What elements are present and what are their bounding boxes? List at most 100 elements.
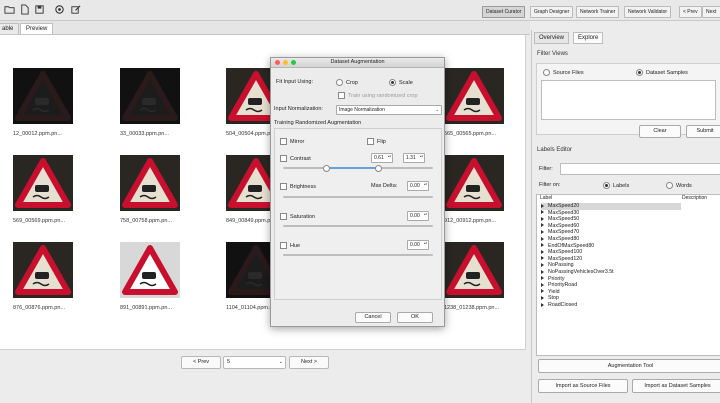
thumbnail-image[interactable] <box>13 155 73 211</box>
label-tree-item[interactable]: MaxSpeed100 <box>541 249 582 256</box>
expand-arrow-icon[interactable] <box>541 262 544 267</box>
crop-radio[interactable]: Crop <box>336 79 358 86</box>
expand-arrow-icon[interactable] <box>541 302 544 307</box>
thumbnail-image[interactable] <box>13 68 73 124</box>
expand-arrow-icon[interactable] <box>541 223 544 228</box>
saturation-checkbox[interactable]: Saturation <box>280 213 315 220</box>
thumbnail-image[interactable] <box>120 242 180 298</box>
expand-arrow-icon[interactable] <box>541 216 544 221</box>
new-file-icon[interactable] <box>19 4 30 15</box>
label-tree-item[interactable]: Stop <box>541 295 559 302</box>
tab-explore[interactable]: Explore <box>573 32 604 44</box>
label-tree-item[interactable]: MaxSpeed120 <box>541 256 582 263</box>
thumbnail-image[interactable] <box>120 155 180 211</box>
contrast-max-spinbox[interactable]: 1.31 <box>403 153 425 163</box>
page-next-button[interactable]: Next > <box>289 356 329 369</box>
expand-arrow-icon[interactable] <box>541 256 544 261</box>
expand-arrow-icon[interactable] <box>541 282 544 287</box>
dataset-samples-radio[interactable]: Dataset Samples <box>636 69 688 76</box>
edit-icon[interactable] <box>70 4 81 15</box>
tab-dataset-curator[interactable]: Dataset Curator <box>482 6 526 18</box>
minimize-window-icon[interactable] <box>283 60 288 65</box>
expand-arrow-icon[interactable] <box>541 289 544 294</box>
augmentation-tool-button[interactable]: Augmentation Tool <box>538 359 720 373</box>
label-tree-item[interactable]: Yield <box>541 289 560 296</box>
label-tree-item[interactable]: MaxSpeed60 <box>541 223 579 230</box>
mirror-checkbox[interactable]: Mirror <box>280 138 304 145</box>
label-tree-item[interactable]: Priority <box>541 276 564 283</box>
brightness-checkbox[interactable]: Brightness <box>280 183 316 190</box>
hue-slider[interactable] <box>283 254 433 256</box>
brightness-slider[interactable] <box>283 196 433 198</box>
label-tree-item[interactable]: EndOfMaxSpeed80 <box>541 243 594 250</box>
expand-arrow-icon[interactable] <box>541 249 544 254</box>
thumbnail-image[interactable] <box>444 155 504 211</box>
expand-arrow-icon[interactable] <box>541 243 544 248</box>
warning-sign-icon <box>446 71 502 121</box>
tab-preview[interactable]: Preview <box>20 23 54 34</box>
label-tree-item[interactable]: MaxSpeed70 <box>541 229 579 236</box>
settings-icon[interactable] <box>54 4 65 15</box>
contrast-checkbox[interactable]: Contrast <box>280 155 311 162</box>
hue-spinbox[interactable]: 0.00 <box>407 240 429 250</box>
label-tree-item[interactable]: MaxSpeed80 <box>541 236 579 243</box>
input-normalization-select[interactable]: Image Normalization ⌄ <box>336 105 442 115</box>
clear-button[interactable]: Clear <box>639 125 681 138</box>
filter-views-list[interactable] <box>541 80 716 120</box>
zoom-window-icon[interactable] <box>291 60 296 65</box>
expand-arrow-icon[interactable] <box>541 229 544 234</box>
tab-network-trainer[interactable]: Network Trainer <box>576 6 620 18</box>
column-label-header[interactable]: Label <box>540 195 552 201</box>
cancel-button[interactable]: Cancel <box>355 312 391 323</box>
label-tree-item[interactable]: MaxSpeed30 <box>541 210 579 217</box>
expand-arrow-icon[interactable] <box>541 210 544 215</box>
words-radio[interactable]: Words <box>666 182 692 189</box>
labels-radio[interactable]: Labels <box>603 182 629 189</box>
label-tree-item[interactable]: NoPassing <box>541 262 574 269</box>
saturation-spinbox[interactable]: 0.00 <box>407 211 429 221</box>
tab-graph-designer[interactable]: Graph Designer <box>530 6 574 18</box>
contrast-min-handle[interactable] <box>323 165 330 172</box>
flip-checkbox[interactable]: Flip <box>367 138 386 145</box>
next-button[interactable]: Next <box>702 6 720 18</box>
column-description-header[interactable]: Description <box>682 195 707 201</box>
submit-button[interactable]: Submit <box>686 125 720 138</box>
save-icon[interactable] <box>34 4 45 15</box>
label-tree-item[interactable]: MaxSpeed20 <box>541 203 681 210</box>
close-window-icon[interactable] <box>275 60 280 65</box>
page-select[interactable]: 5 ⌄ <box>223 356 286 369</box>
expand-arrow-icon[interactable] <box>541 295 544 300</box>
contrast-min-spinbox[interactable]: 0.61 <box>371 153 393 163</box>
train-randomized-crop-checkbox[interactable]: Train using randomized crop <box>338 92 418 99</box>
thumbnail-image[interactable] <box>13 242 73 298</box>
import-as-dataset-samples-button[interactable]: Import as Dataset Samples <box>632 379 720 393</box>
tab-overview[interactable]: Overview <box>534 32 570 44</box>
label-filter-input[interactable] <box>560 163 720 175</box>
page-prev-button[interactable]: < Prev <box>181 356 221 369</box>
tab-table[interactable]: able <box>0 23 20 34</box>
import-as-source-files-button[interactable]: Import as Source Files <box>538 379 628 393</box>
label-tree-item[interactable]: PriorityRoad <box>541 282 577 289</box>
prev-button[interactable]: < Prev <box>679 6 702 18</box>
dialog-title-bar[interactable]: Dataset Augmentation <box>271 58 444 68</box>
contrast-label: Contrast <box>290 155 311 162</box>
thumbnail-image[interactable] <box>444 68 504 124</box>
expand-arrow-icon[interactable] <box>541 276 544 281</box>
label-tree-item[interactable]: RoadClosed <box>541 302 577 309</box>
tab-network-validator[interactable]: Network Validator <box>624 6 672 18</box>
ok-button[interactable]: OK <box>397 312 433 323</box>
label-tree-item[interactable]: MaxSpeed50 <box>541 216 579 223</box>
hue-checkbox[interactable]: Hue <box>280 242 300 249</box>
thumbnail-image[interactable] <box>120 68 180 124</box>
source-files-radio[interactable]: Source Files <box>543 69 584 76</box>
saturation-slider[interactable] <box>283 225 433 227</box>
thumbnail-image[interactable] <box>444 242 504 298</box>
contrast-max-handle[interactable] <box>375 165 382 172</box>
brightness-spinbox[interactable]: 0.00 <box>407 181 429 191</box>
label-tree-item[interactable]: NoPassingVehiclesOver3.5t <box>541 269 614 276</box>
folder-open-icon[interactable] <box>4 4 15 15</box>
expand-arrow-icon[interactable] <box>541 269 544 274</box>
expand-arrow-icon[interactable] <box>541 236 544 241</box>
scale-radio[interactable]: Scale <box>389 79 413 86</box>
expand-arrow-icon[interactable] <box>541 203 544 208</box>
